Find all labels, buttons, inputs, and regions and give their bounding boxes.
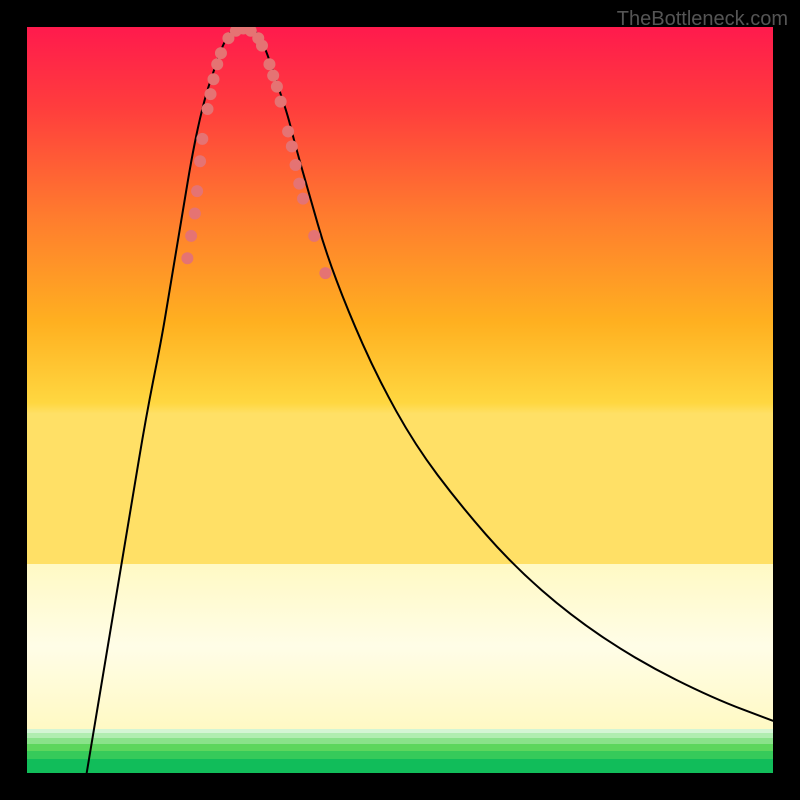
data-point: [286, 140, 298, 152]
data-point: [189, 208, 201, 220]
data-point: [282, 125, 294, 137]
data-point: [202, 103, 214, 115]
watermark-text: TheBottleneck.com: [617, 8, 788, 31]
plot-area: [27, 27, 773, 773]
data-point: [194, 155, 206, 167]
data-point: [293, 178, 305, 190]
data-point: [263, 58, 275, 70]
data-point: [211, 58, 223, 70]
data-point: [308, 230, 320, 242]
data-point: [215, 47, 227, 59]
data-point: [196, 133, 208, 145]
data-point: [256, 40, 268, 52]
data-point: [205, 88, 217, 100]
data-point: [271, 81, 283, 93]
data-point: [181, 252, 193, 264]
data-point: [191, 185, 203, 197]
data-point: [275, 96, 287, 108]
data-point: [319, 267, 331, 279]
data-point: [208, 73, 220, 85]
data-point: [290, 159, 302, 171]
data-point: [267, 69, 279, 81]
data-point: [297, 193, 309, 205]
data-point: [185, 230, 197, 242]
chart-markers: [27, 27, 773, 773]
